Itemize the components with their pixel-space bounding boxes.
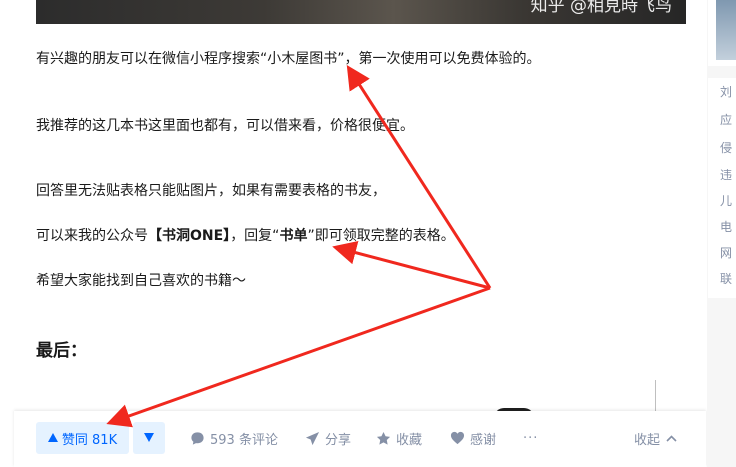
downvote-button[interactable] <box>133 422 165 454</box>
paper-plane-icon <box>305 431 320 446</box>
sidebar-link[interactable]: 侵 <box>720 139 736 156</box>
thanks-label: 感谢 <box>470 432 497 448</box>
chevron-up-icon <box>666 431 677 446</box>
collapse-label: 收起 <box>634 432 661 448</box>
share-button[interactable]: 分享 <box>305 422 351 454</box>
thanks-button[interactable]: 感谢 <box>450 422 496 454</box>
collapse-button[interactable]: 收起 <box>634 422 677 454</box>
image-watermark: 知乎 @相見時飞鸟 <box>530 0 672 16</box>
answer-image: 知乎 @相見時飞鸟 <box>36 0 686 24</box>
more-icon: ··· <box>523 430 539 446</box>
paragraph-1: 有兴趣的朋友可以在微信小程序搜索“小木屋图书”，第一次使用可以免费体验的。 <box>36 51 541 67</box>
sidebar-thumbnail[interactable] <box>716 0 736 60</box>
account-name: 【书洞ONE】 <box>148 228 231 244</box>
answer-card: 知乎 @相見時飞鸟 有兴趣的朋友可以在微信小程序搜索“小木屋图书”，第一次使用可… <box>0 0 707 467</box>
sidebar-link[interactable]: 儿 <box>720 192 736 209</box>
sidebar-link[interactable]: 电 <box>720 218 736 235</box>
favorite-label: 收藏 <box>396 432 423 448</box>
comments-button[interactable]: 593 条评论 <box>190 422 278 454</box>
triangle-up-icon <box>47 431 58 446</box>
heart-icon <box>450 431 465 445</box>
sidebar-link[interactable]: 刘 <box>720 83 736 100</box>
sidebar-link[interactable]: 联 <box>720 270 736 287</box>
paragraph-4-text: 可以来我的公众号 <box>36 228 148 244</box>
upvote-label: 赞同 81K <box>61 432 118 448</box>
paragraph-3: 回答里无法贴表格只能贴图片，如果有需要表格的书友， <box>36 183 386 199</box>
keyword: 书单 <box>279 228 308 244</box>
paragraph-2: 我推荐的这几本书这里面也都有，可以借来看，价格很便宜。 <box>36 118 414 134</box>
sidebar-link[interactable]: 违 <box>720 166 736 183</box>
comments-label: 593 条评论 <box>210 432 278 448</box>
paragraph-5: 希望大家能找到自己喜欢的书籍～ <box>36 273 246 289</box>
upvote-button[interactable]: 赞同 81K <box>36 422 129 454</box>
star-icon <box>376 431 391 446</box>
paragraph-4: 可以来我的公众号【书洞ONE】，回复“书单”即可领取完整的表格。 <box>36 226 455 246</box>
more-button[interactable]: ··· <box>523 422 538 454</box>
image-edge <box>655 380 656 412</box>
share-label: 分享 <box>325 432 352 448</box>
paragraph-4-text: ，回复“ <box>230 228 280 244</box>
favorite-button[interactable]: 收藏 <box>376 422 422 454</box>
paragraph-4-text: ”即可领取完整的表格。 <box>307 228 455 244</box>
triangle-down-icon <box>144 432 154 445</box>
sidebar-link[interactable]: 应 <box>720 111 736 128</box>
sidebar-link[interactable]: 网 <box>720 244 736 261</box>
action-bar: 赞同 81K 593 条评论 分享 收藏 感谢 ··· 收起 <box>14 411 706 467</box>
comment-icon <box>190 431 205 446</box>
section-heading: 最后： <box>36 341 87 361</box>
